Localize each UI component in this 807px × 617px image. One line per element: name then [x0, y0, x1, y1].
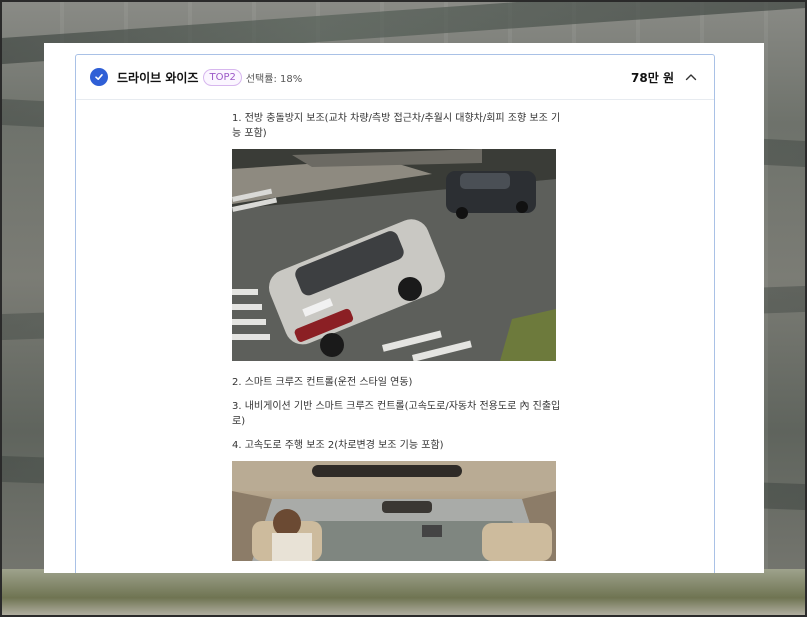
checkmark-icon[interactable] — [90, 68, 108, 86]
option-price: 78만 원 — [631, 70, 674, 85]
selection-rate: 선택률: 18% — [245, 73, 303, 85]
feature-item: 2. 스마트 크루즈 컨트롤(운전 스타일 연동) — [232, 377, 413, 388]
feature-image — [232, 149, 556, 361]
feature-item: 4. 고속도로 주행 보조 2(차로변경 보조 기능 포함) — [232, 440, 444, 451]
options-panel: 드라이브 와이즈 TOP2 선택률: 18% 78만 원 1. 전방 충돌방지 … — [44, 43, 764, 573]
chevron-up-icon[interactable] — [684, 70, 698, 84]
option-details: 1. 전방 충돌방지 보조(교차 차량/측방 접근차/추월시 대향차/회피 조향… — [232, 111, 562, 561]
top-badge: TOP2 — [203, 68, 242, 86]
feature-image — [232, 461, 556, 561]
background-grass — [0, 569, 807, 617]
feature-item: 3. 내비게이션 기반 스마트 크루즈 컨트롤(고속도로/자동차 전용도로 內 … — [232, 401, 561, 427]
feature-item: 1. 전방 충돌방지 보조(교차 차량/측방 접근차/추월시 대향차/회피 조향… — [232, 113, 561, 139]
option-card: 드라이브 와이즈 TOP2 선택률: 18% 78만 원 1. 전방 충돌방지 … — [75, 54, 715, 573]
option-header[interactable]: 드라이브 와이즈 TOP2 선택률: 18% 78만 원 — [76, 55, 714, 100]
option-title: 드라이브 와이즈 — [117, 70, 199, 85]
